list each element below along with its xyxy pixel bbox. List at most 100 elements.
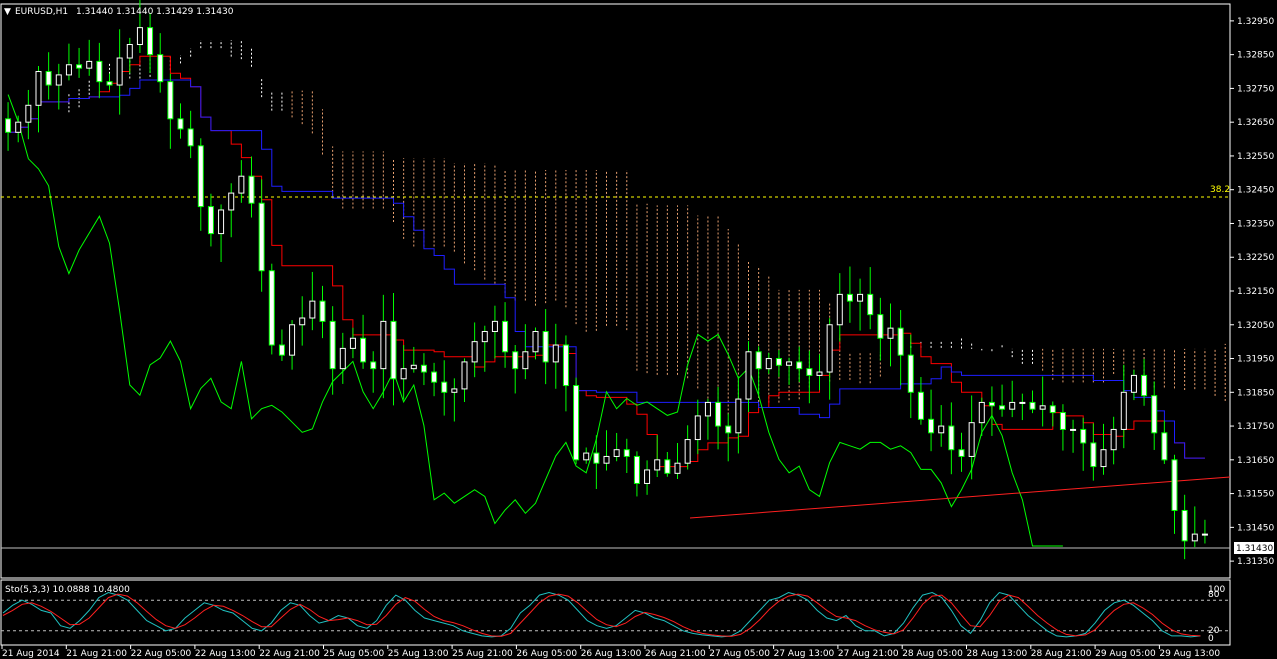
bull-candle bbox=[938, 425, 945, 434]
bull-candle bbox=[349, 337, 356, 349]
bull-candle bbox=[126, 44, 133, 59]
bear-candle bbox=[157, 54, 164, 83]
bull-candle bbox=[35, 71, 42, 106]
time-tick-label: 29 Aug 05:00 bbox=[1095, 649, 1156, 659]
bull-candle bbox=[1009, 401, 1016, 410]
bear-candle bbox=[278, 344, 285, 356]
bull-candle bbox=[836, 293, 843, 326]
bull-candle bbox=[1039, 405, 1046, 410]
bull-candle bbox=[228, 192, 235, 211]
stochastic-label: Sto(5,3,3) 10.0888 10.4800 bbox=[5, 585, 130, 595]
bear-candle bbox=[999, 405, 1006, 410]
bull-candle bbox=[583, 452, 590, 461]
price-tick-label: 1.31450 bbox=[1237, 523, 1274, 533]
time-tick-label: 27 Aug 21:00 bbox=[838, 649, 899, 659]
bull-candle bbox=[400, 368, 407, 380]
bear-candle bbox=[948, 425, 955, 451]
bear-candle bbox=[512, 351, 519, 370]
bull-candle bbox=[299, 317, 306, 326]
price-tick-label: 1.32550 bbox=[1237, 152, 1274, 162]
time-tick-label: 25 Aug 21:00 bbox=[452, 649, 513, 659]
stoch-level-0: 0 bbox=[1208, 634, 1214, 644]
price-tick-label: 1.31550 bbox=[1237, 490, 1274, 500]
symbol-label: EURUSD,H1 bbox=[15, 7, 68, 17]
time-tick-label: 22 Aug 05:00 bbox=[131, 649, 192, 659]
time-tick-label: 27 Aug 13:00 bbox=[774, 649, 835, 659]
bear-candle bbox=[846, 293, 853, 302]
bull-candle bbox=[55, 74, 62, 86]
price-tick-label: 1.32050 bbox=[1237, 321, 1274, 331]
time-tick-label: 25 Aug 13:00 bbox=[388, 649, 449, 659]
candles bbox=[5, 0, 1208, 560]
time-tick-label: 22 Aug 13:00 bbox=[195, 649, 256, 659]
bull-candle bbox=[451, 388, 458, 393]
bear-candle bbox=[725, 425, 732, 434]
bull-candle bbox=[765, 358, 772, 370]
bull-candle bbox=[309, 300, 316, 319]
bear-candle bbox=[5, 118, 12, 133]
bull-candle bbox=[1120, 391, 1127, 430]
bear-candle bbox=[593, 452, 600, 464]
bull-candle bbox=[1110, 428, 1117, 451]
bear-candle bbox=[431, 371, 438, 383]
bull-candle bbox=[644, 469, 651, 484]
bull-candle bbox=[1191, 533, 1198, 542]
bear-candle bbox=[867, 293, 874, 316]
bull-candle bbox=[613, 449, 620, 457]
bear-candle bbox=[319, 300, 326, 322]
price-tick-label: 1.31650 bbox=[1237, 456, 1274, 466]
bear-candle bbox=[1181, 509, 1188, 542]
time-tick-label: 22 Aug 21:00 bbox=[259, 649, 320, 659]
bull-candle bbox=[968, 422, 975, 457]
bear-candle bbox=[1090, 442, 1097, 468]
time-tick-label: 26 Aug 05:00 bbox=[516, 649, 577, 659]
stochastic-panel bbox=[1, 591, 1230, 638]
header-arrow-icon[interactable]: ▼ bbox=[4, 7, 11, 17]
bear-candle bbox=[1029, 401, 1036, 410]
bear-candle bbox=[187, 128, 194, 147]
bear-candle bbox=[1151, 395, 1158, 434]
time-tick-label: 26 Aug 13:00 bbox=[581, 649, 642, 659]
bear-candle bbox=[1080, 428, 1087, 444]
bear-candle bbox=[96, 60, 103, 83]
price-tick-label: 1.31350 bbox=[1237, 557, 1274, 567]
bull-candle bbox=[491, 320, 498, 333]
bear-candle bbox=[562, 344, 569, 387]
bull-candle bbox=[289, 324, 296, 356]
time-tick-label: 29 Aug 13:00 bbox=[1159, 649, 1220, 659]
price-axis: 1.32950 1.32850 1.32750 1.32650 1.32550 1.324… bbox=[1230, 17, 1274, 567]
time-tick-label: 28 Aug 21:00 bbox=[1031, 649, 1092, 659]
time-tick-label: 21 Aug 2014 bbox=[2, 649, 60, 659]
time-tick-label: 27 Aug 05:00 bbox=[709, 649, 770, 659]
bear-candle bbox=[248, 175, 255, 204]
bear-candle bbox=[106, 81, 113, 86]
bull-candle bbox=[826, 324, 833, 373]
bull-candle bbox=[1070, 428, 1077, 431]
bear-candle bbox=[329, 320, 336, 370]
bull-candle bbox=[25, 104, 32, 123]
price-tick-label: 1.32450 bbox=[1237, 186, 1274, 196]
current-price-label: 1.31430 bbox=[1236, 544, 1273, 554]
bear-candle bbox=[370, 361, 377, 370]
bull-candle bbox=[86, 60, 93, 69]
bear-candle bbox=[907, 354, 914, 393]
price-tick-label: 1.32750 bbox=[1237, 84, 1274, 94]
price-tick-label: 1.32850 bbox=[1237, 51, 1274, 61]
time-axis: 21 Aug 2014 21 Aug 21:00 22 Aug 05:00 22 Au… bbox=[1, 645, 1220, 659]
bull-candle bbox=[339, 347, 346, 370]
bear-candle bbox=[420, 364, 427, 373]
bull-candle bbox=[410, 364, 417, 370]
bear-candle bbox=[1049, 405, 1056, 414]
price-tick-label: 1.32150 bbox=[1237, 287, 1274, 297]
bull-candle bbox=[786, 361, 793, 366]
bear-candle bbox=[45, 71, 52, 86]
bull-candle bbox=[15, 121, 22, 133]
bull-candle bbox=[887, 327, 894, 339]
bear-candle bbox=[755, 351, 762, 370]
bear-candle bbox=[796, 361, 803, 370]
bull-candle bbox=[65, 64, 72, 76]
bear-candle bbox=[207, 206, 214, 235]
bull-candle bbox=[116, 57, 123, 86]
bull-candle bbox=[1100, 449, 1107, 468]
bull-candle bbox=[735, 398, 742, 434]
